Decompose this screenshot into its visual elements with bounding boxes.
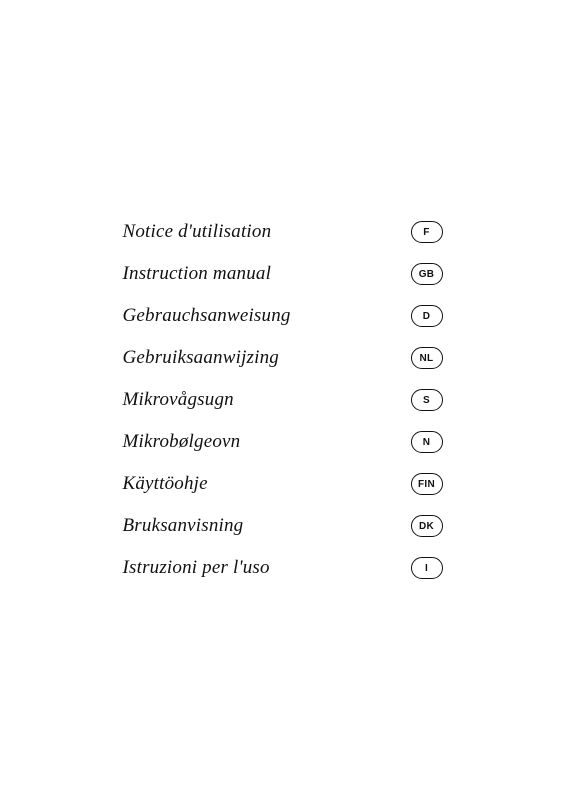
manual-row: Mikrobølgeovn N [123, 421, 443, 463]
manual-label: Gebrauchsanweisung [123, 305, 291, 327]
manual-label: Bruksanvisning [123, 515, 244, 537]
manual-label: Gebruiksaanwijzing [123, 347, 279, 369]
lang-badge: F [411, 221, 443, 243]
lang-badge: D [411, 305, 443, 327]
manual-row: Gebrauchsanweisung D [123, 295, 443, 337]
manual-label: Mikrobølgeovn [123, 431, 241, 453]
content-list: Notice d'utilisation F Instruction manual G… [123, 211, 443, 589]
lang-badge: NL [411, 347, 443, 369]
lang-badge: FIN [411, 473, 443, 495]
lang-badge: N [411, 431, 443, 453]
manual-row: Notice d'utilisation F [123, 211, 443, 253]
manual-label: Mikrovågsugn [123, 389, 234, 411]
manual-row: Käyttöohje FIN [123, 463, 443, 505]
lang-badge: I [411, 557, 443, 579]
page: Notice d'utilisation F Instruction manual G… [0, 0, 565, 800]
lang-badge: S [411, 389, 443, 411]
manual-row: Bruksanvisning DK [123, 505, 443, 547]
manual-label: Istruzioni per l'uso [123, 557, 270, 579]
manual-row: Istruzioni per l'uso I [123, 547, 443, 589]
manual-row: Mikrovågsugn S [123, 379, 443, 421]
manual-label: Notice d'utilisation [123, 221, 272, 243]
lang-badge: GB [411, 263, 443, 285]
manual-row: Instruction manual GB [123, 253, 443, 295]
manual-label: Instruction manual [123, 263, 272, 285]
manual-row: Gebruiksaanwijzing NL [123, 337, 443, 379]
manual-label: Käyttöohje [123, 473, 208, 495]
lang-badge: DK [411, 515, 443, 537]
